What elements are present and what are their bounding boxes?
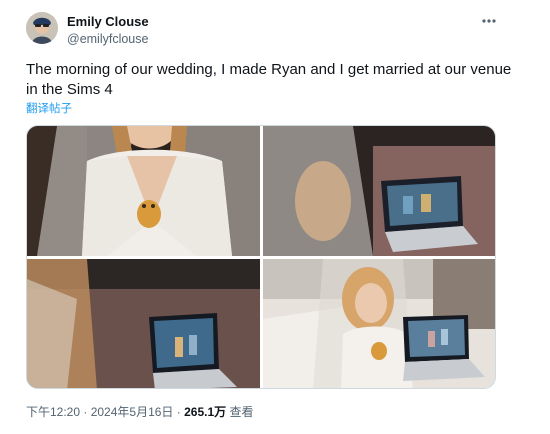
views-label: 查看 [226,405,254,419]
photo-bride-necklace[interactable] [27,126,260,256]
photo-laptop-rug[interactable] [263,126,495,256]
tweet-time[interactable]: 下午12:20 [26,405,80,419]
photo-laptop-sims[interactable] [27,259,260,388]
photo-bride-laptop[interactable] [263,259,495,388]
meta-separator: · [173,405,185,419]
media-grid [26,125,496,389]
tweet-date[interactable]: 2024年5月16日 [91,405,174,419]
translate-post-link[interactable]: 翻译帖子 [26,100,72,116]
author-handle[interactable]: @emilyfclouse [67,32,148,46]
views-count: 265.1万 [184,405,227,419]
tweet-meta: 下午12:20 · 2024年5月16日 · 265.1万 查看 [26,403,253,420]
more-horizontal-icon[interactable] [480,14,498,28]
meta-separator: · [80,405,91,419]
tweet-text: The morning of our wedding, I made Ryan … [26,61,512,98]
avatar[interactable] [26,12,58,44]
author-name[interactable]: Emily Clouse [67,14,149,29]
